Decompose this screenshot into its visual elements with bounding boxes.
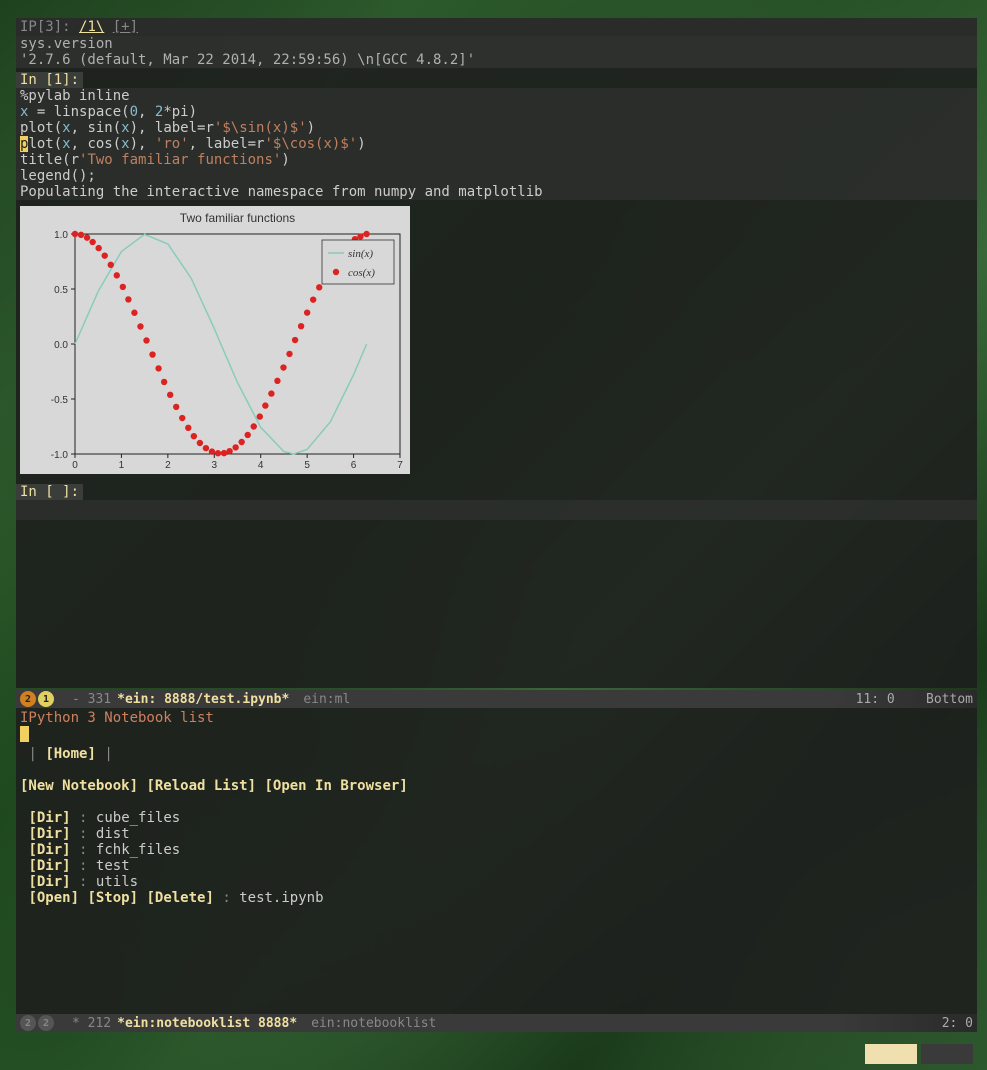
workspace-badge[interactable]: 1 (38, 691, 54, 707)
output-line: '2.7.6 (default, Mar 22 2014, 22:59:56) … (20, 52, 973, 68)
major-mode: ein:ml (303, 692, 350, 707)
svg-text:5: 5 (304, 460, 310, 471)
code-line[interactable]: plot(x, cos(x), 'ro', label=r'$\cos(x)$'… (20, 136, 973, 152)
modeline-modified: - 331 (72, 692, 111, 707)
svg-text:0.5: 0.5 (54, 285, 68, 296)
svg-text:3: 3 (212, 460, 218, 471)
code-line[interactable]: %pylab inline (20, 88, 973, 104)
cell-prompt-empty: In [ ]: (16, 484, 83, 500)
tab-active[interactable]: /1\ (79, 19, 104, 35)
modeline-top: 2 1 - 331 *ein: 8888/test.ipynb* ein:ml … (16, 690, 977, 708)
plot-svg: Two familiar functions -1.0 -0.5 0.0 0.5 1.0 0… (20, 206, 410, 474)
tray-item[interactable] (921, 1044, 973, 1064)
dir-entry[interactable]: [Dir] : fchk_files (20, 842, 973, 858)
dir-entry-name: utils (96, 874, 138, 890)
cursor-position: 2: 0 (942, 1016, 973, 1031)
workspace-badge[interactable]: 2 (38, 1015, 54, 1031)
svg-text:6: 6 (351, 460, 357, 471)
svg-text:4: 4 (258, 460, 264, 471)
dir-badge[interactable]: [Dir] (28, 826, 70, 842)
delete-file-button[interactable]: [Delete] (146, 890, 213, 906)
svg-text:1.0: 1.0 (54, 230, 68, 241)
major-mode: ein:notebooklist (311, 1016, 436, 1031)
svg-text:0: 0 (72, 460, 78, 471)
modeline-bottom: 2 2 * 212 *ein:notebooklist 8888* ein:no… (16, 1014, 977, 1032)
separator-icon (56, 1014, 66, 1032)
code-line[interactable]: plot(x, sin(x), label=r'$\sin(x)$') (20, 120, 973, 136)
svg-text:7: 7 (397, 460, 403, 471)
dir-badge[interactable]: [Dir] (28, 810, 70, 826)
dir-entry[interactable]: [Dir] : cube_files (20, 810, 973, 826)
code-cell-1[interactable]: %pylab inline x = linspace(0, 2*pi) plot… (16, 88, 977, 200)
new-notebook-button[interactable]: [New Notebook] (20, 778, 138, 794)
separator: | (28, 746, 36, 762)
tab-bar: IP[3]: /1\ [+] (16, 18, 977, 36)
plot-output: Two familiar functions -1.0 -0.5 0.0 0.5 1.0 0… (20, 206, 410, 474)
stop-file-button[interactable]: [Stop] (87, 890, 138, 906)
dir-badge[interactable]: [Dir] (28, 874, 70, 890)
open-file-button[interactable]: [Open] (28, 890, 79, 906)
system-tray (865, 1044, 973, 1064)
code-line[interactable]: x = linspace(0, 2*pi) (20, 104, 973, 120)
svg-text:0.0: 0.0 (54, 340, 68, 351)
svg-text:sin(x): sin(x) (348, 248, 373, 260)
dir-badge[interactable]: [Dir] (28, 842, 70, 858)
buffer-name[interactable]: *ein:notebooklist 8888* (117, 1016, 297, 1031)
dir-entry-name: dist (96, 826, 130, 842)
code-line[interactable]: title(r'Two familiar functions') (20, 152, 973, 168)
code-line[interactable]: legend(); (20, 168, 973, 184)
notebook-list-title: IPython 3 Notebook list (20, 710, 973, 726)
editor-pane-top[interactable]: IP[3]: /1\ [+] sys.version '2.7.6 (defau… (16, 18, 977, 688)
text-cursor (20, 726, 29, 742)
svg-text:-0.5: -0.5 (51, 395, 69, 406)
cursor-position: 11: 0 Bottom (856, 692, 973, 707)
svg-text:Two familiar functions: Two familiar functions (180, 211, 295, 225)
dir-entry-name: test (96, 858, 130, 874)
separator-icon (56, 690, 66, 708)
tab-group-label: IP[3]: (20, 19, 71, 35)
dir-badge[interactable]: [Dir] (28, 858, 70, 874)
buffer-name[interactable]: *ein: 8888/test.ipynb* (117, 692, 289, 707)
dir-entry-name: fchk_files (96, 842, 180, 858)
home-link[interactable]: [Home] (45, 746, 96, 762)
dir-entry[interactable]: [Dir] : test (20, 858, 973, 874)
svg-text:cos(x): cos(x) (348, 267, 375, 279)
separator: | (104, 746, 112, 762)
tray-item[interactable] (865, 1044, 917, 1064)
cell-prompt-1: In [1]: (16, 72, 83, 88)
svg-text:-1.0: -1.0 (51, 450, 69, 461)
notebook-list-pane[interactable]: IPython 3 Notebook list | [Home] | [New … (16, 708, 977, 1014)
tab-add-button[interactable]: [+] (113, 19, 138, 35)
svg-text:1: 1 (119, 460, 125, 471)
workspace-badge[interactable]: 2 (20, 691, 36, 707)
dir-entry[interactable]: [Dir] : dist (20, 826, 973, 842)
modeline-modified: * 212 (72, 1016, 111, 1031)
output-line: sys.version (20, 36, 973, 52)
workspace-badge[interactable]: 2 (20, 1015, 36, 1031)
dir-entry[interactable]: [Dir] : utils (20, 874, 973, 890)
svg-text:2: 2 (165, 460, 171, 471)
file-entry-name: test.ipynb (239, 890, 323, 906)
code-cell-empty[interactable] (16, 500, 977, 520)
output-populate: Populating the interactive namespace fro… (20, 184, 973, 200)
open-in-browser-button[interactable]: [Open In Browser] (264, 778, 407, 794)
cell-output-0: sys.version '2.7.6 (default, Mar 22 2014… (16, 36, 977, 68)
dir-entry-name: cube_files (96, 810, 180, 826)
reload-list-button[interactable]: [Reload List] (146, 778, 256, 794)
